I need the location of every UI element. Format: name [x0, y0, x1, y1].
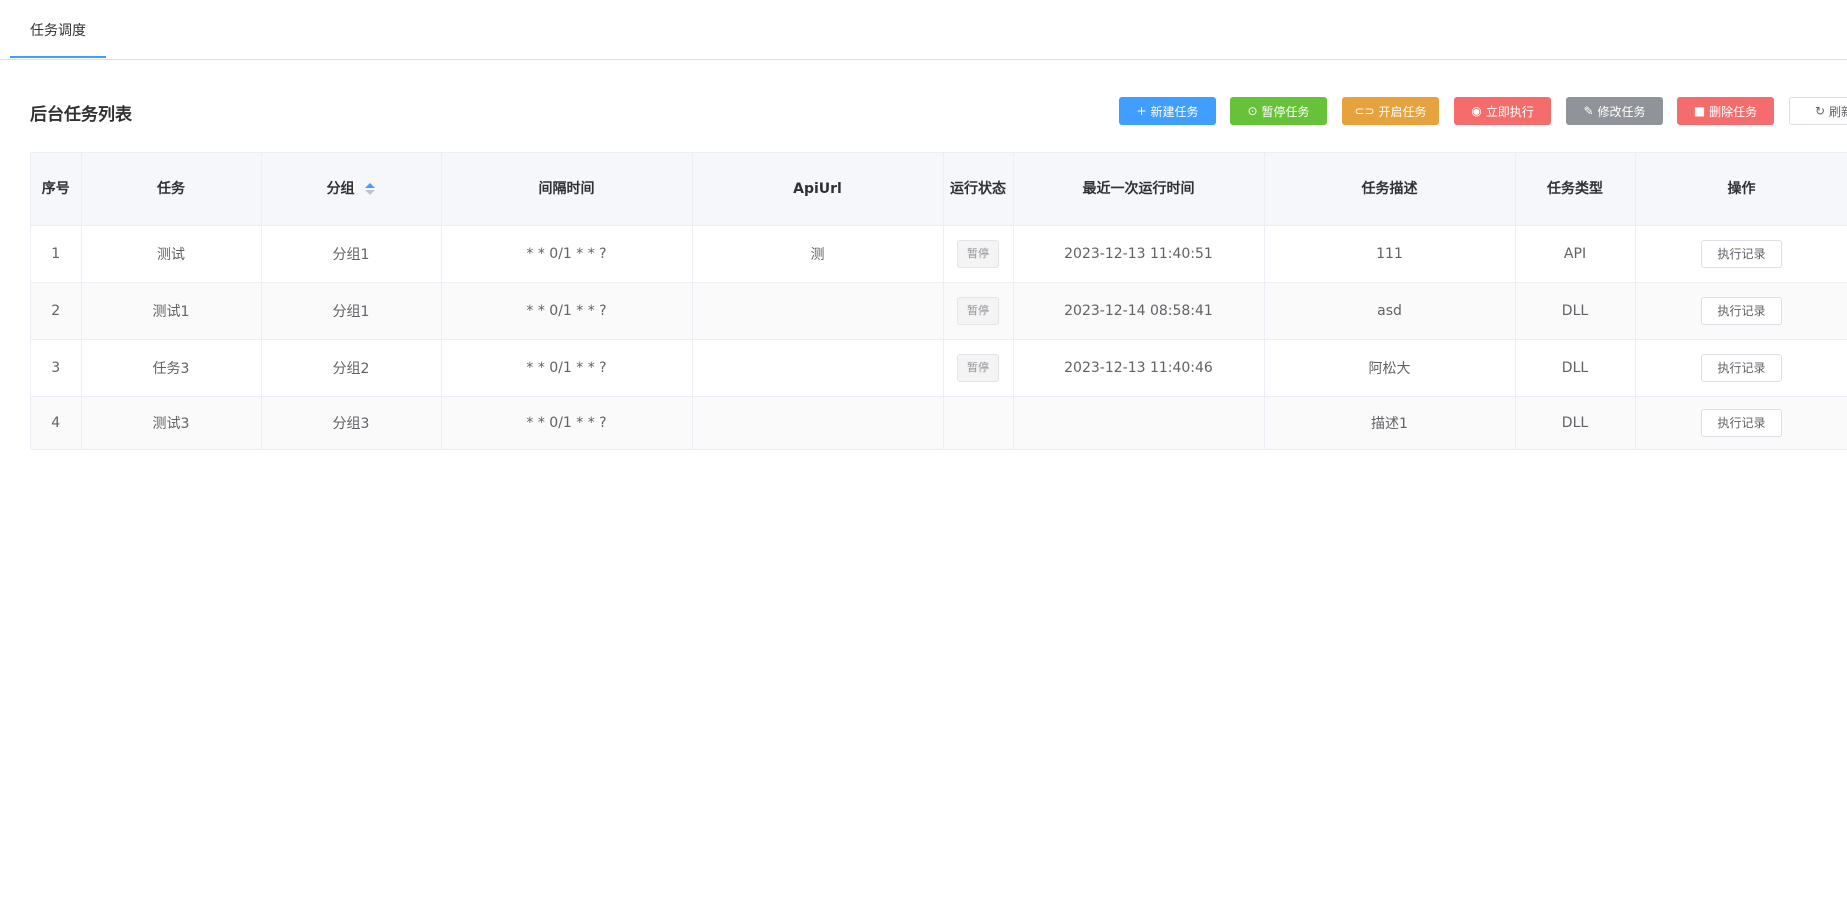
cell-interval: * * 0/1 * * ? — [441, 396, 693, 450]
run-now-button[interactable]: ◉ 立即执行 — [1454, 97, 1551, 125]
cell-group: 分组3 — [261, 396, 442, 450]
cell-apiurl — [692, 339, 944, 397]
new-task-label: 新建任务 — [1150, 104, 1199, 119]
task-table: 序号 任务 分组 间隔时间 ApiUrl 运行状态 最近一次运行时间 任务描述 — [30, 152, 1847, 450]
table-row[interactable]: 4 测试3 分组3 * * 0/1 * * ? 描述1 DLL 执行记录 — [31, 396, 1847, 450]
header-type: 任务类型 — [1515, 153, 1636, 226]
header-group[interactable]: 分组 — [261, 153, 442, 226]
header-status: 运行状态 — [943, 153, 1014, 226]
sort-ascending-icon[interactable] — [365, 182, 376, 188]
cell-task: 测试3 — [81, 396, 262, 450]
cell-task: 任务3 — [81, 339, 262, 397]
cell-description: 描述1 — [1264, 396, 1516, 450]
trash-icon: ■ — [1693, 104, 1706, 118]
pause-task-button[interactable]: ⊙ 暂停任务 — [1230, 97, 1327, 125]
cell-index: 3 — [31, 339, 82, 397]
cell-status: 暂停 — [943, 282, 1014, 340]
cell-index: 2 — [31, 282, 82, 340]
refresh-icon: ↻ — [1814, 104, 1826, 118]
table-row[interactable]: 2 测试1 分组1 * * 0/1 * * ? 暂停 2023-12-14 08… — [31, 282, 1847, 340]
status-tag: 暂停 — [957, 239, 999, 268]
cell-interval: * * 0/1 * * ? — [441, 225, 693, 283]
sort-caret-icon[interactable] — [365, 182, 376, 195]
cell-apiurl — [692, 282, 944, 340]
status-tag: 暂停 — [957, 353, 999, 382]
execution-log-button[interactable]: 执行记录 — [1701, 239, 1782, 268]
cell-type: API — [1515, 225, 1636, 283]
edit-icon: ✎ — [1583, 104, 1594, 118]
cell-description: 111 — [1264, 225, 1516, 283]
header-index: 序号 — [31, 153, 82, 226]
cell-task: 测试 — [81, 225, 262, 283]
tab-bar: 任务调度 — [0, 0, 1847, 60]
play-circle-icon: ◉ — [1471, 104, 1482, 118]
delete-task-button[interactable]: ■ 删除任务 — [1677, 97, 1774, 125]
table-header-row: 序号 任务 分组 间隔时间 ApiUrl 运行状态 最近一次运行时间 任务描述 — [31, 153, 1847, 226]
cell-group: 分组1 — [261, 225, 442, 283]
cell-type: DLL — [1515, 282, 1636, 340]
cell-description: asd — [1264, 282, 1516, 340]
refresh-label: 刷新 — [1829, 104, 1847, 119]
toggle-icon: ⊂⊃ — [1354, 104, 1375, 118]
cell-index: 4 — [31, 396, 82, 450]
refresh-button[interactable]: ↻ 刷新 — [1789, 97, 1847, 125]
plus-icon: + — [1136, 104, 1147, 118]
delete-task-label: 删除任务 — [1709, 104, 1758, 119]
start-task-label: 开启任务 — [1378, 104, 1427, 119]
cell-interval: * * 0/1 * * ? — [441, 339, 693, 397]
status-tag: 暂停 — [957, 296, 999, 325]
header-task: 任务 — [81, 153, 262, 226]
table-row[interactable]: 3 任务3 分组2 * * 0/1 * * ? 暂停 2023-12-13 11… — [31, 339, 1847, 397]
header-apiurl: ApiUrl — [692, 153, 944, 226]
tab-task-scheduling[interactable]: 任务调度 — [10, 0, 106, 60]
cell-action: 执行记录 — [1635, 396, 1847, 450]
new-task-button[interactable]: + 新建任务 — [1119, 97, 1216, 125]
run-now-label: 立即执行 — [1485, 104, 1534, 119]
header-group-label: 分组 — [326, 180, 355, 197]
cell-type: DLL — [1515, 396, 1636, 450]
task-scheduler-page: 任务调度 后台任务列表 + 新建任务 ⊙ 暂停任务 ⊂⊃ 开启任务 ◉ 立即执行… — [0, 0, 1847, 917]
cell-group: 分组1 — [261, 282, 442, 340]
header-action: 操作 — [1635, 153, 1847, 226]
execution-log-button[interactable]: 执行记录 — [1701, 353, 1782, 382]
edit-task-button[interactable]: ✎ 修改任务 — [1566, 97, 1663, 125]
cell-interval: * * 0/1 * * ? — [441, 282, 693, 340]
page-title: 后台任务列表 — [30, 105, 132, 125]
cell-action: 执行记录 — [1635, 339, 1847, 397]
execution-log-button[interactable]: 执行记录 — [1701, 408, 1782, 437]
cell-last-run — [1013, 396, 1265, 450]
edit-task-label: 修改任务 — [1597, 104, 1646, 119]
cell-last-run: 2023-12-13 11:40:51 — [1013, 225, 1265, 283]
execution-log-button[interactable]: 执行记录 — [1701, 296, 1782, 325]
cell-status: 暂停 — [943, 339, 1014, 397]
cell-task: 测试1 — [81, 282, 262, 340]
header-interval: 间隔时间 — [441, 153, 693, 226]
sort-descending-icon[interactable] — [365, 189, 376, 195]
cell-type: DLL — [1515, 339, 1636, 397]
cell-action: 执行记录 — [1635, 282, 1847, 340]
cell-last-run: 2023-12-13 11:40:46 — [1013, 339, 1265, 397]
pause-circle-icon: ⊙ — [1247, 104, 1258, 118]
cell-action: 执行记录 — [1635, 225, 1847, 283]
header-description: 任务描述 — [1264, 153, 1516, 226]
cell-status — [943, 396, 1014, 450]
active-tab-indicator — [10, 56, 106, 58]
cell-index: 1 — [31, 225, 82, 283]
cell-status: 暂停 — [943, 225, 1014, 283]
cell-apiurl — [692, 396, 944, 450]
cell-last-run: 2023-12-14 08:58:41 — [1013, 282, 1265, 340]
table-row[interactable]: 1 测试 分组1 * * 0/1 * * ? 测 暂停 2023-12-13 1… — [31, 225, 1847, 283]
header-last-run: 最近一次运行时间 — [1013, 153, 1265, 226]
cell-group: 分组2 — [261, 339, 442, 397]
start-task-button[interactable]: ⊂⊃ 开启任务 — [1342, 97, 1439, 125]
cell-description: 阿松大 — [1264, 339, 1516, 397]
pause-task-label: 暂停任务 — [1261, 104, 1310, 119]
cell-apiurl: 测 — [692, 225, 944, 283]
